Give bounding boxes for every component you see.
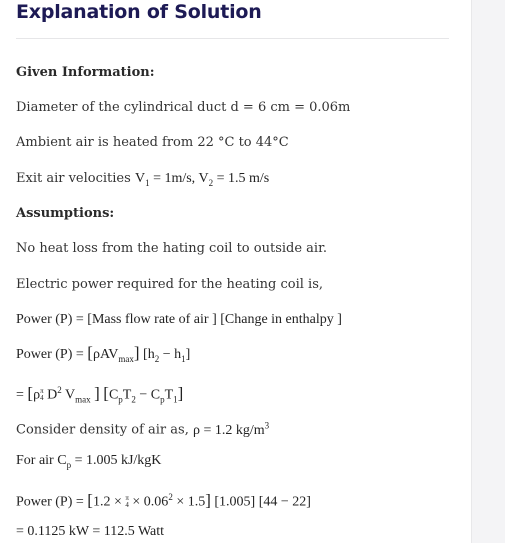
eq4-b: × 0.06 [128, 494, 169, 510]
v2-value: = 1.5 m/s [213, 171, 270, 186]
diameter-text: Diameter of the cylindrical duct d = 6 c… [16, 100, 351, 115]
bracket-close: ] [177, 383, 184, 403]
eq3-rho: ρ [33, 387, 41, 403]
v2-label: V [198, 171, 209, 186]
density-sup: 3 [264, 420, 270, 430]
eq2-end: ] [185, 347, 191, 362]
v1-value: = 1m/s, [149, 171, 199, 186]
given-heading: Given Information: [16, 65, 155, 80]
eq2-body: ρAV [92, 347, 119, 362]
section-title: Explanation of Solution [16, 1, 262, 23]
title-divider [16, 38, 449, 39]
eq3-t1: T [164, 387, 174, 403]
density-text: Consider density of air as, [16, 422, 193, 438]
eq4-prefix: Power (P) = [16, 494, 88, 510]
eq4-c: × 1.5 [172, 494, 206, 510]
cp-symbol: C [57, 453, 67, 468]
assumptions-heading: Assumptions: [16, 206, 115, 221]
right-sidebar-panel [471, 0, 505, 543]
density-line: Consider density of air as, ρ = 1.2 kg/m… [16, 416, 269, 440]
temperature-text: Ambient air is heated from 22 °C to 44°C [16, 135, 289, 150]
eq4-a: 1.2 × [92, 494, 126, 510]
cp-text: For air [16, 453, 58, 468]
power-equation-3: = [ρ π 4 D2 Vmax ] [CpT2 − CpT1] [16, 381, 183, 408]
cp-value: = 1.005 kJ/kgK [71, 453, 162, 468]
density-value: ρ = 1.2 kg/m [192, 422, 265, 438]
eq3-minus: − C [135, 387, 161, 403]
power-equation-1: Power (P) = [Mass flow rate of air ] [Ch… [16, 312, 342, 327]
eq3-d: D [43, 387, 58, 403]
v1-label: V [134, 171, 146, 186]
eq3-prefix: = [16, 387, 28, 403]
eq3-v-sub: max [75, 394, 91, 405]
result-line: = 0.1125 kW = 112.5 Watt [16, 524, 165, 539]
power-equation-2: Power (P) = [ρAVmax] [h2 − h1] [16, 344, 191, 368]
eq2-prefix: Power (P) = [16, 347, 88, 362]
eq3-c1: C [108, 387, 119, 403]
bracket-close: ] [94, 383, 100, 403]
eq3-v: V [61, 387, 76, 403]
eq2-sub: max [118, 353, 134, 364]
velocities-line: Exit air velocities V1 = 1m/s, V2 = 1.5 … [16, 170, 269, 192]
eq4-rest: [1.005] [44 − 22] [210, 494, 311, 510]
power-equation-4: Power (P) = [1.2 × π4 × 0.062 × 1.5] [1.… [16, 488, 311, 512]
density-math: ρ = 1.2 kg/m3 [192, 420, 270, 438]
eq2-minus: − h [159, 347, 182, 362]
velocities-prefix: Exit air velocities [16, 171, 135, 186]
no-heat-loss-text: No heat loss from the hating coil to out… [16, 241, 327, 256]
velocities-math: V1 = 1m/s, V2 = 1.5 m/s [134, 171, 270, 188]
power-intro-text: Electric power required for the heating … [16, 277, 324, 292]
cp-line: For air Cp = 1.005 kJ/kgK [16, 452, 161, 474]
eq2-rest: [h [139, 347, 155, 362]
